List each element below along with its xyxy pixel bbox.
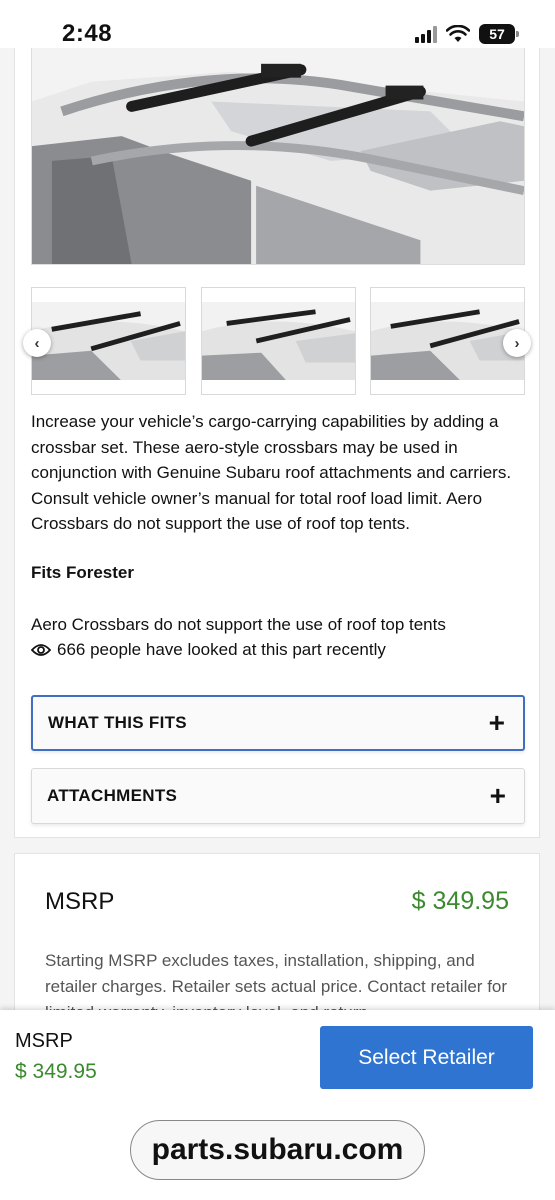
what-this-fits-accordion[interactable]: WHAT THIS FITS +	[31, 695, 525, 751]
product-description: Increase your vehicle’s cargo-carrying c…	[31, 412, 512, 533]
thumbnail-1[interactable]	[31, 287, 186, 395]
plus-icon: +	[488, 707, 505, 738]
view-count-text: 666 people have looked at this part rece…	[57, 640, 386, 659]
roof-tent-warning: Aero Crossbars do not support the use of…	[31, 615, 446, 634]
crossbar-thumbnail-image	[32, 302, 185, 380]
sticky-msrp-price: $ 349.95	[15, 1060, 97, 1083]
accordion-label: WHAT THIS FITS	[48, 713, 187, 732]
thumbnail-strip	[31, 287, 525, 395]
status-icons: 57	[415, 24, 519, 44]
accordion-label: ATTACHMENTS	[47, 786, 178, 805]
product-main-image[interactable]	[31, 41, 525, 265]
sticky-msrp-label: MSRP	[15, 1030, 73, 1052]
signal-icon	[415, 25, 437, 43]
battery-level: 57	[489, 26, 505, 42]
browser-url-bar[interactable]: parts.subaru.com	[130, 1120, 425, 1180]
product-card: ‹ › Increase your vehicle’s cargo-carryi…	[14, 30, 540, 838]
crossbar-thumbnail-image	[371, 302, 524, 380]
status-bar: 2:48 57	[0, 0, 555, 48]
thumbnail-3[interactable]	[370, 287, 525, 395]
attachments-accordion[interactable]: ATTACHMENTS +	[31, 768, 525, 824]
carousel-next-button[interactable]: ›	[503, 329, 531, 357]
thumbnail-2[interactable]	[201, 287, 356, 395]
eye-icon	[31, 644, 51, 656]
status-time: 2:48	[62, 20, 113, 47]
wifi-icon	[446, 25, 470, 42]
sticky-purchase-bar: MSRP $ 349.95 Select Retailer parts.suba…	[0, 1010, 555, 1200]
view-count: 666 people have looked at this part rece…	[31, 640, 386, 660]
msrp-price: $ 349.95	[411, 887, 509, 915]
crossbar-thumbnail-image	[202, 302, 355, 380]
msrp-title: MSRP	[45, 888, 115, 915]
fits-vehicle: Fits Forester	[31, 563, 134, 582]
select-retailer-button[interactable]: Select Retailer	[320, 1026, 533, 1089]
battery-icon: 57	[479, 24, 519, 44]
plus-icon: +	[489, 780, 506, 811]
car-roof-crossbars-image	[32, 42, 524, 264]
carousel-prev-button[interactable]: ‹	[23, 329, 51, 357]
